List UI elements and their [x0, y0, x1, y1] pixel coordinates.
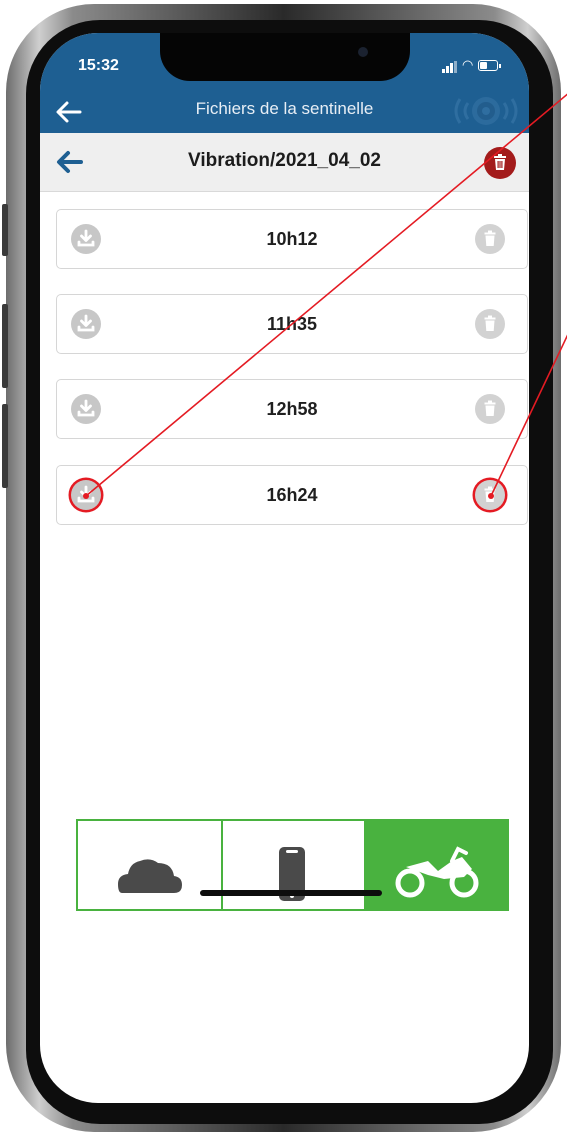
- home-indicator: [200, 890, 382, 896]
- delete-file-button[interactable]: [475, 480, 505, 510]
- file-name: 10h12: [266, 229, 318, 249]
- folder-path-title: Vibration/2021_04_02: [188, 150, 381, 171]
- file-name: 16h24: [266, 485, 318, 505]
- phone-volume-up-button: [2, 304, 8, 388]
- signal-icon: [442, 55, 458, 73]
- trash-icon: [484, 486, 496, 502]
- phone-volume-down-button: [2, 404, 8, 488]
- delete-folder-button[interactable]: [484, 147, 516, 179]
- wifi-icon: ◠: [462, 57, 474, 72]
- file-name: 12h58: [266, 399, 318, 419]
- status-icons: ◠: [442, 57, 506, 73]
- camera-dot: [358, 47, 368, 57]
- file-row[interactable]: 11h35: [56, 294, 528, 354]
- file-name: 11h35: [266, 314, 318, 334]
- delete-file-button[interactable]: [475, 224, 505, 254]
- tab-motorcycle[interactable]: [366, 821, 507, 909]
- phone-notch: [160, 33, 410, 81]
- battery-icon: [478, 60, 501, 71]
- app-header: 15:32 ◠ Fichiers de la sentinelle: [40, 33, 529, 133]
- delete-file-button[interactable]: [475, 394, 505, 424]
- phone-side-button: [2, 204, 8, 256]
- bottom-tab-bar: [76, 819, 509, 911]
- folder-path-bar: Vibration/2021_04_02: [40, 133, 529, 192]
- file-row[interactable]: 16h24: [56, 465, 528, 525]
- cloud-icon: [118, 859, 182, 893]
- trash-icon: [494, 154, 506, 170]
- sentinel-sensor-icon: [454, 97, 518, 125]
- trash-icon: [484, 230, 496, 246]
- delete-file-button[interactable]: [475, 309, 505, 339]
- app-screen: 15:32 ◠ Fichiers de la sentinelle Vibrat…: [40, 33, 529, 1103]
- trash-icon: [484, 315, 496, 331]
- file-row[interactable]: 12h58: [56, 379, 528, 439]
- status-time: 15:32: [78, 57, 119, 74]
- trash-icon: [484, 400, 496, 416]
- file-row[interactable]: 10h12: [56, 209, 528, 269]
- motorcycle-icon: [395, 846, 479, 898]
